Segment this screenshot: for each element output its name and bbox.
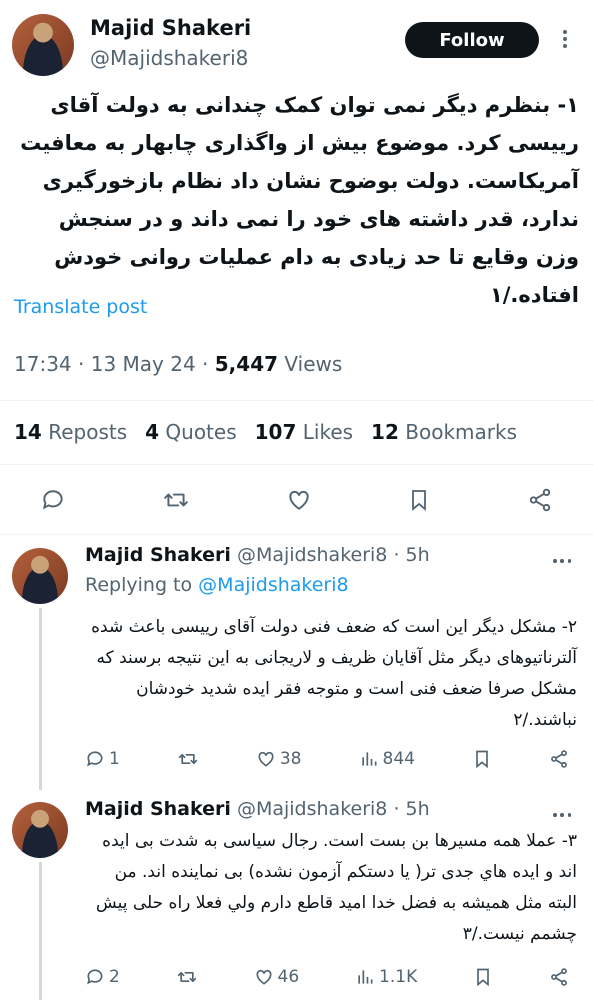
reply-button[interactable]: 2 [85, 967, 120, 987]
reply-count: 1 [109, 749, 120, 769]
author-handle[interactable]: @Majidshakeri8 [237, 544, 387, 566]
reply-icon[interactable] [40, 487, 66, 513]
repost-icon[interactable] [162, 487, 190, 513]
more-options-icon[interactable] [553, 552, 571, 570]
share-icon [551, 750, 567, 768]
bookmark-icon [477, 968, 489, 987]
views-icon [361, 752, 377, 766]
views-icon [358, 970, 373, 984]
replying-to: Replying to @Majidshakeri8 [85, 574, 349, 596]
follow-button[interactable]: Follow [405, 22, 539, 58]
author-name[interactable]: Majid Shakeri [90, 16, 251, 40]
repost-icon [178, 754, 198, 764]
reply-text: ۳- عملا همه مسیرها بن بست است. رجال سیاس… [95, 831, 577, 944]
tweet-text: ۱- بنظرم دیگر نمی توان کمک چندانی به دول… [20, 93, 579, 307]
author-name[interactable]: Majid Shakeri [85, 544, 231, 566]
like-icon[interactable] [286, 487, 312, 513]
views-count: 5,447 [214, 352, 279, 376]
divider [0, 400, 593, 401]
repost-button[interactable] [177, 749, 199, 769]
likes-stat[interactable]: 107 Likes [255, 420, 353, 444]
share-button[interactable] [549, 749, 569, 769]
thread-line [39, 862, 42, 1000]
tweet-time[interactable]: 17:34 [14, 352, 72, 376]
repost-icon [177, 972, 196, 982]
tweet-meta: 17:34 · 13 May 24 · 5,447 Views [14, 352, 342, 376]
repost-button[interactable] [176, 967, 198, 987]
translate-post-link[interactable]: Translate post [14, 296, 147, 318]
author-name[interactable]: Majid Shakeri [85, 798, 231, 820]
meta-separator: · [78, 352, 91, 376]
reply-icon [87, 969, 103, 985]
like-button[interactable]: 46 [254, 967, 300, 987]
bookmark-button[interactable] [472, 749, 492, 769]
reply-header: Majid Shakeri @Majidshakeri8 · 5h [85, 544, 430, 566]
avatar[interactable] [12, 14, 74, 76]
main-tweet-header: Majid Shakeri @Majidshakeri8 Follow [12, 12, 581, 76]
reply-action-bar: 1 38 844 [85, 744, 569, 774]
avatar[interactable] [12, 802, 68, 858]
bookmark-button[interactable] [473, 967, 493, 987]
views-count: 1.1K [379, 967, 418, 987]
bookmark-icon [476, 750, 488, 769]
main-action-bar [40, 480, 553, 520]
reply-tweet[interactable]: Majid Shakeri @Majidshakeri8 · 5h Replyi… [0, 538, 593, 790]
reply-count: 2 [109, 967, 120, 987]
meta-separator: · [202, 352, 215, 376]
views-button[interactable]: 1.1K [355, 967, 417, 987]
reposts-stat[interactable]: 14 Reposts [14, 420, 127, 444]
author-handle[interactable]: @Majidshakeri8 [237, 798, 387, 820]
reply-header: Majid Shakeri @Majidshakeri8 · 5h [85, 798, 430, 820]
share-button[interactable] [549, 967, 569, 987]
views-button[interactable]: 844 [359, 749, 415, 769]
views-count: 844 [382, 749, 415, 769]
bookmarks-stat[interactable]: 12 Bookmarks [371, 420, 517, 444]
like-icon [256, 969, 272, 985]
reply-tweet[interactable]: Majid Shakeri @Majidshakeri8 · 5h ۳- عمل… [0, 792, 593, 1000]
author-handle[interactable]: @Majidshakeri8 [90, 46, 248, 70]
like-icon [258, 751, 274, 767]
reply-action-bar: 2 46 1.1K [85, 962, 569, 992]
reply-button[interactable]: 1 [85, 749, 120, 769]
avatar[interactable] [12, 548, 68, 604]
thread-line [39, 608, 42, 790]
bookmark-icon[interactable] [407, 487, 431, 513]
like-count: 46 [277, 967, 300, 987]
reply-age[interactable]: · 5h [393, 544, 429, 566]
views-label: Views [284, 352, 343, 376]
quotes-stat[interactable]: 4 Quotes [145, 420, 237, 444]
replying-to-handle[interactable]: @Majidshakeri8 [198, 574, 348, 596]
like-count: 38 [279, 749, 302, 769]
divider [0, 534, 593, 535]
engagement-stats: 14 Reposts 4 Quotes 107 Likes 12 Bookmar… [14, 420, 579, 444]
more-options-icon[interactable] [555, 26, 575, 52]
reply-text: ۲- مشکل دیگر این است که ضعف فنی دولت آقا… [91, 617, 577, 730]
tweet-date[interactable]: 13 May 24 [91, 352, 196, 376]
reply-icon [87, 751, 103, 767]
divider [0, 464, 593, 465]
share-icon[interactable] [527, 487, 553, 513]
reply-age[interactable]: · 5h [393, 798, 429, 820]
like-button[interactable]: 38 [256, 749, 302, 769]
share-icon [551, 968, 567, 986]
more-options-icon[interactable] [553, 806, 571, 824]
